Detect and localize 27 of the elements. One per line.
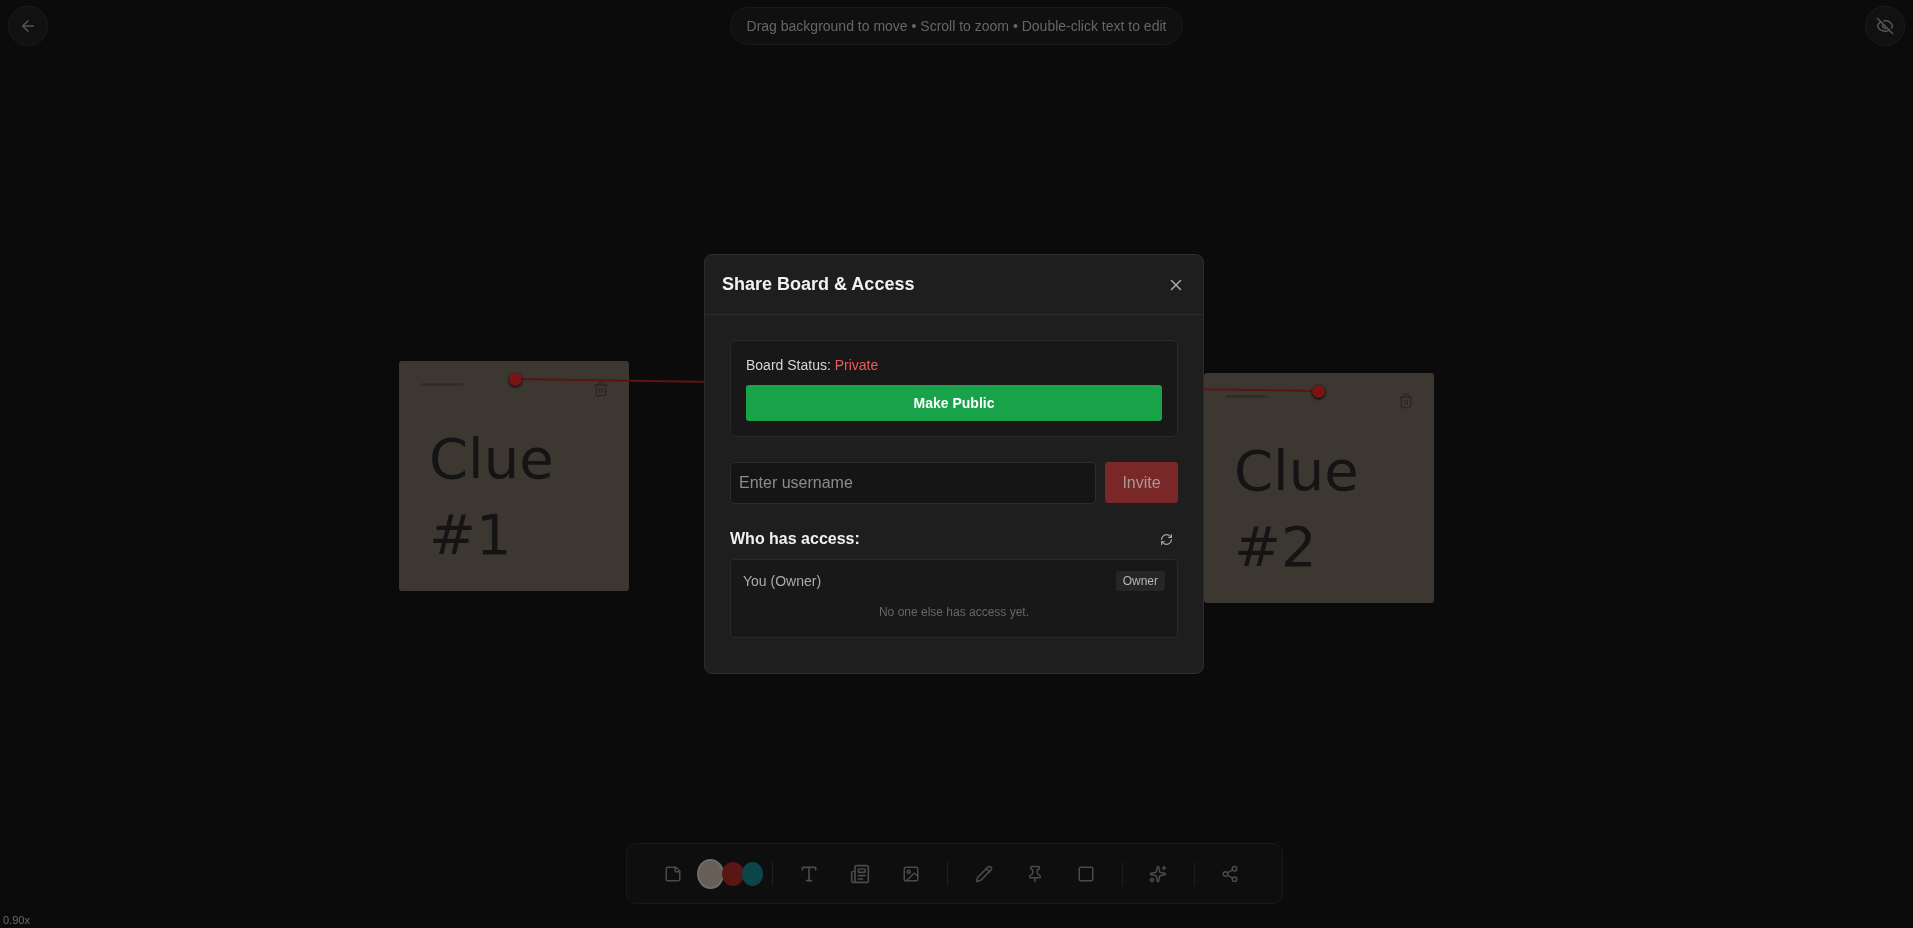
back-button[interactable] xyxy=(8,6,48,46)
access-heading: Who has access: xyxy=(730,530,860,548)
dialog-title: Share Board & Access xyxy=(722,274,915,295)
refresh-button[interactable] xyxy=(1160,532,1173,546)
eye-off-icon xyxy=(1876,17,1894,35)
color-swatch[interactable] xyxy=(741,861,764,886)
image-icon xyxy=(902,864,921,883)
username-input[interactable]: Enter username xyxy=(730,462,1096,504)
member-name: You (Owner) xyxy=(743,573,822,589)
pencil-icon xyxy=(974,864,993,883)
zoom-level: 0.90x xyxy=(3,914,30,926)
make-public-button[interactable]: Make Public xyxy=(746,385,1162,421)
square-icon xyxy=(1077,864,1096,883)
note-icon xyxy=(663,864,682,883)
color-swatch[interactable] xyxy=(722,861,744,886)
newspaper-icon xyxy=(850,863,871,884)
refresh-icon xyxy=(1160,532,1173,546)
hint-pill: Drag background to move • Scroll to zoom • Double-click text to edit xyxy=(729,7,1184,45)
sparkles-icon xyxy=(1149,864,1168,883)
share-icon xyxy=(1221,864,1240,883)
color-swatch[interactable] xyxy=(697,858,725,889)
trash-icon xyxy=(593,381,609,397)
board-status-text: Board Status: Private xyxy=(746,357,880,373)
delete-button[interactable] xyxy=(593,381,609,397)
visibility-button[interactable] xyxy=(1865,6,1905,46)
empty-access-note: No one else has access yet. xyxy=(877,605,1031,619)
role-badge: Owner xyxy=(1115,571,1165,591)
